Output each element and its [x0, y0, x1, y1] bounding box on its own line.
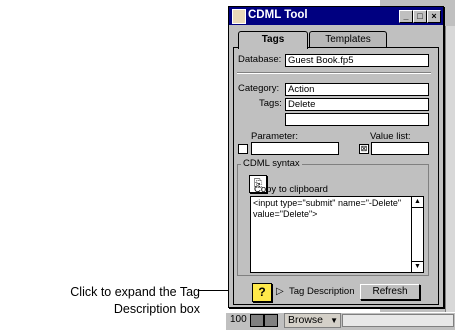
value-list-label: Value list:	[370, 131, 411, 142]
window-title: CDML Tool	[248, 9, 308, 21]
cdml-tool-window: CDML Tool _ □ × Tags Templates Database:…	[228, 6, 444, 308]
zoom-in-icon[interactable]	[264, 314, 278, 327]
tag-description-label: Tag Description	[289, 286, 355, 297]
textarea-scrollbar[interactable]: ▲ ▼	[411, 197, 423, 272]
value-list-field[interactable]	[371, 142, 429, 155]
cdml-syntax-label: CDML syntax	[241, 158, 302, 169]
value-list-checkbox[interactable]: ⊠	[359, 144, 369, 154]
cdml-syntax-text: <input type="submit" name="-Delete" valu…	[253, 198, 402, 219]
database-label: Database:	[238, 54, 282, 65]
zoom-out-icon[interactable]	[250, 314, 264, 327]
zoom-level[interactable]: 100	[230, 314, 247, 325]
category-label: Category:	[238, 83, 280, 94]
callout-line-2: Description box	[113, 302, 200, 316]
tags-label: Tags:	[259, 98, 282, 109]
expand-triangle-icon[interactable]: ▷	[276, 286, 284, 297]
tab-templates[interactable]: Templates	[309, 31, 387, 48]
tags-field[interactable]: Delete	[285, 98, 429, 111]
mode-select-value: Browse	[288, 314, 324, 326]
parameter-field[interactable]	[251, 142, 339, 155]
mode-select[interactable]: Browse ▼	[284, 313, 341, 328]
tab-tags[interactable]: Tags	[238, 31, 308, 49]
maximize-button[interactable]: □	[413, 10, 427, 23]
tags-secondary-field[interactable]	[285, 113, 429, 126]
scroll-down-icon[interactable]: ▼	[412, 261, 423, 272]
callout-text: Click to expand the Tag Description box	[0, 284, 200, 318]
cdml-syntax-textarea[interactable]: <input type="submit" name="-Delete" valu…	[250, 196, 424, 273]
horizontal-scrollbar[interactable]	[342, 314, 454, 327]
divider	[237, 72, 431, 74]
database-field[interactable]: Guest Book.fp5	[285, 54, 429, 67]
category-field[interactable]: Action	[285, 83, 429, 96]
minimize-button[interactable]: _	[399, 10, 413, 23]
chevron-down-icon: ▼	[330, 316, 338, 325]
callout-line-1: Click to expand the Tag	[70, 285, 200, 299]
parameter-label: Parameter:	[251, 131, 298, 142]
help-button[interactable]: ?	[252, 283, 272, 302]
close-button[interactable]: ×	[427, 10, 441, 23]
parameter-checkbox[interactable]	[238, 144, 248, 154]
copy-to-clipboard-label: Copy to clipboard	[254, 184, 328, 195]
title-bar: CDML Tool _ □ ×	[229, 7, 443, 25]
refresh-button[interactable]: Refresh	[360, 284, 420, 300]
background-vertical-scrollbar[interactable]	[445, 26, 455, 316]
scroll-up-icon[interactable]: ▲	[412, 197, 423, 208]
app-icon	[232, 9, 246, 24]
